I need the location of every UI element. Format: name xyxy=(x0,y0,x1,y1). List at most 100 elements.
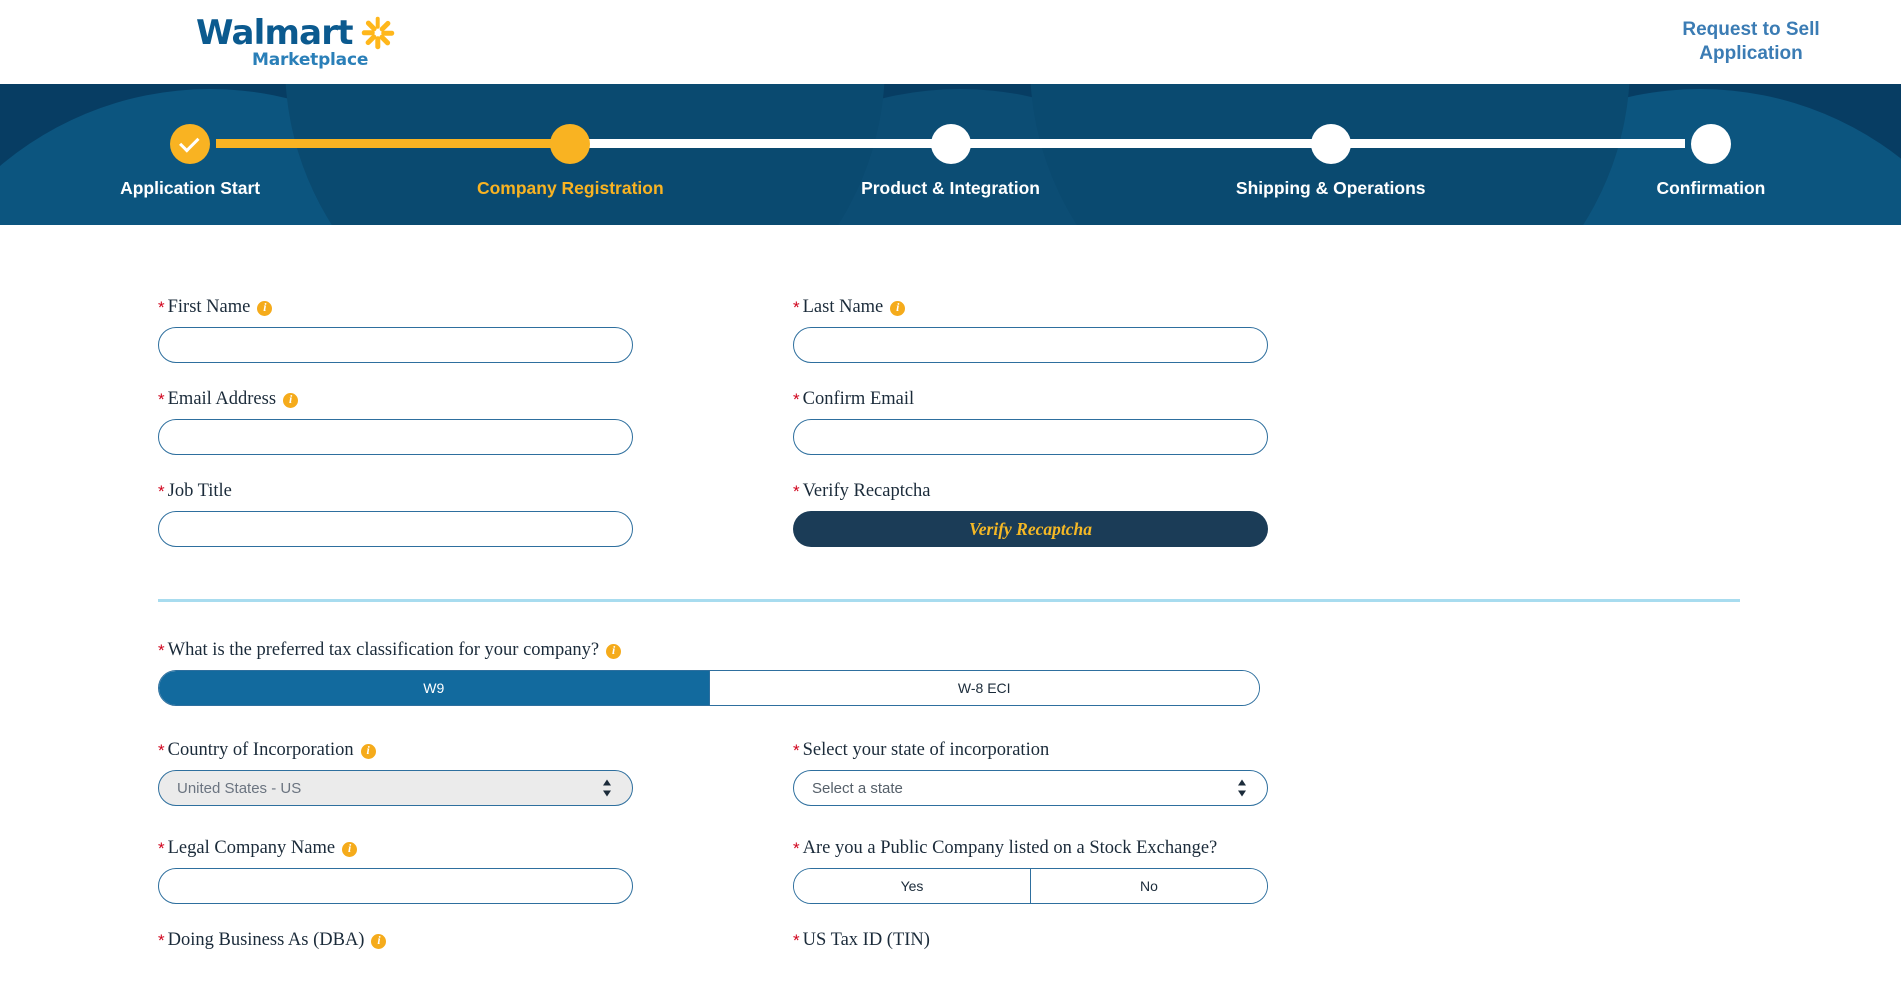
required-asterisk: * xyxy=(158,741,165,760)
job-title-input[interactable] xyxy=(158,511,633,547)
required-asterisk: * xyxy=(793,298,800,317)
public-company-option-no[interactable]: No xyxy=(1030,869,1267,903)
info-icon[interactable]: i xyxy=(342,842,358,858)
step-label: Shipping & Operations xyxy=(1235,178,1426,198)
verify-recaptcha-label: * Verify Recaptcha xyxy=(793,481,1268,502)
field-confirm-email: * Confirm Email xyxy=(793,389,1268,455)
stepper-step-product-integration[interactable]: Product & Integration xyxy=(760,84,1140,199)
label-text: What is the preferred tax classification… xyxy=(167,640,600,660)
request-to-sell-application-link[interactable]: Request to Sell Application xyxy=(1661,18,1841,66)
form-row-names: * First Name i * Email Address i * Job Title … xyxy=(0,297,1901,573)
confirm-email-input[interactable] xyxy=(793,419,1268,455)
field-tax-classification: * What is the preferred tax classificatio… xyxy=(158,640,1260,706)
label-text: Doing Business As (DBA) xyxy=(167,930,365,950)
tax-option-w9[interactable]: W9 xyxy=(159,671,709,705)
field-verify-recaptcha: * Verify Recaptcha Verify Recaptcha xyxy=(793,481,1268,547)
step-label: Company Registration xyxy=(476,178,664,198)
label-text: Legal Company Name xyxy=(167,838,336,858)
first-name-input[interactable] xyxy=(158,327,633,363)
public-company-segmented-control: Yes No xyxy=(793,868,1268,904)
state-label: * Select your state of incorporation xyxy=(793,740,1268,761)
field-country: * Country of Incorporation i United States… xyxy=(158,740,633,806)
step-dot-check-icon xyxy=(170,124,211,164)
tax-classification-segmented-control: W9 W-8 ECI xyxy=(158,670,1260,706)
progress-stepper-banner: Application Start Company Registration P… xyxy=(0,84,1901,225)
walmart-spark-icon xyxy=(361,16,395,50)
country-label: * Country of Incorporation i xyxy=(158,740,633,761)
label-text: Confirm Email xyxy=(802,389,915,409)
info-icon[interactable]: i xyxy=(283,393,299,409)
public-company-option-yes[interactable]: Yes xyxy=(794,869,1030,903)
step-dot-active xyxy=(550,124,591,164)
field-last-name: * Last Name i xyxy=(793,297,1268,363)
info-icon[interactable]: i xyxy=(890,301,906,317)
step-label: Product & Integration xyxy=(861,178,1040,198)
country-select[interactable]: United States - US xyxy=(158,770,633,806)
email-label: * Email Address i xyxy=(158,389,633,410)
field-first-name: * First Name i xyxy=(158,297,633,363)
tax-classification-label: * What is the preferred tax classificatio… xyxy=(158,640,1260,661)
label-text: Last Name xyxy=(802,297,884,317)
state-select[interactable]: Select a state xyxy=(793,770,1268,806)
required-asterisk: * xyxy=(158,482,165,501)
step-dot xyxy=(1690,124,1731,164)
required-asterisk: * xyxy=(793,931,800,950)
section-divider xyxy=(158,599,1740,602)
email-input[interactable] xyxy=(158,419,633,455)
public-company-label: * Are you a Public Company listed on a St… xyxy=(793,838,1268,859)
form-col-left-2: * Country of Incorporation i United States… xyxy=(158,740,633,977)
label-text: Country of Incorporation xyxy=(167,740,354,760)
country-select-wrap: United States - US xyxy=(158,770,633,806)
required-asterisk: * xyxy=(793,839,800,858)
verify-recaptcha-button[interactable]: Verify Recaptcha xyxy=(793,511,1268,547)
required-asterisk: * xyxy=(793,390,800,409)
required-asterisk: * xyxy=(793,482,800,501)
logo-row: Walmart xyxy=(196,16,395,50)
info-icon[interactable]: i xyxy=(371,934,387,950)
required-asterisk: * xyxy=(158,839,165,858)
info-icon[interactable]: i xyxy=(606,644,622,660)
field-email: * Email Address i xyxy=(158,389,633,455)
field-state: * Select your state of incorporation Sele… xyxy=(793,740,1268,806)
required-asterisk: * xyxy=(158,641,165,660)
job-title-label: * Job Title xyxy=(158,481,633,502)
tax-option-w8eci[interactable]: W-8 ECI xyxy=(708,671,1259,705)
last-name-label: * Last Name i xyxy=(793,297,1268,318)
field-tin: * US Tax ID (TIN) xyxy=(793,930,1268,951)
stepper-step-application-start[interactable]: Application Start xyxy=(0,84,380,199)
label-text: First Name xyxy=(167,297,251,317)
required-asterisk: * xyxy=(793,741,800,760)
field-job-title: * Job Title xyxy=(158,481,633,547)
confirm-email-label: * Confirm Email xyxy=(793,389,1268,410)
logo-wordmark: Walmart xyxy=(196,12,353,53)
field-dba: * Doing Business As (DBA) i xyxy=(158,930,633,951)
form-row-incorporation: * Country of Incorporation i United States… xyxy=(0,740,1901,977)
last-name-input[interactable] xyxy=(793,327,1268,363)
form-col-right: * Last Name i * Confirm Email * Verify Recap… xyxy=(793,297,1268,573)
form-col-left: * First Name i * Email Address i * Job Title xyxy=(158,297,633,573)
walmart-marketplace-logo[interactable]: Walmart Marketplace xyxy=(196,16,395,69)
state-select-wrap: Select a state xyxy=(793,770,1268,806)
logo-subtitle: Marketplace xyxy=(252,49,369,70)
label-text: Select your state of incorporation xyxy=(802,740,1050,760)
label-text: Are you a Public Company listed on a Sto… xyxy=(802,838,1218,858)
dba-label: * Doing Business As (DBA) i xyxy=(158,930,633,951)
step-label: Application Start xyxy=(120,178,261,198)
stepper-step-company-registration[interactable]: Company Registration xyxy=(380,84,760,199)
stepper-step-confirmation[interactable]: Confirmation xyxy=(1521,84,1901,199)
request-link-line1: Request to Sell xyxy=(1682,19,1820,41)
label-text: US Tax ID (TIN) xyxy=(802,930,930,950)
info-icon[interactable]: i xyxy=(257,301,273,317)
step-dot xyxy=(930,124,971,164)
field-public-company: * Are you a Public Company listed on a St… xyxy=(793,838,1268,904)
registration-form: * First Name i * Email Address i * Job Title … xyxy=(0,225,1901,977)
label-text: Email Address xyxy=(167,389,277,409)
form-row-tax-classification: * What is the preferred tax classificatio… xyxy=(0,640,1901,706)
info-icon[interactable]: i xyxy=(360,744,376,760)
legal-company-name-input[interactable] xyxy=(158,868,633,904)
form-col-right-2: * Select your state of incorporation Sele… xyxy=(793,740,1268,977)
tin-label: * US Tax ID (TIN) xyxy=(793,930,1268,951)
label-text: Verify Recaptcha xyxy=(802,481,931,501)
stepper-steps: Application Start Company Registration P… xyxy=(0,84,1901,199)
stepper-step-shipping-operations[interactable]: Shipping & Operations xyxy=(1141,84,1521,199)
